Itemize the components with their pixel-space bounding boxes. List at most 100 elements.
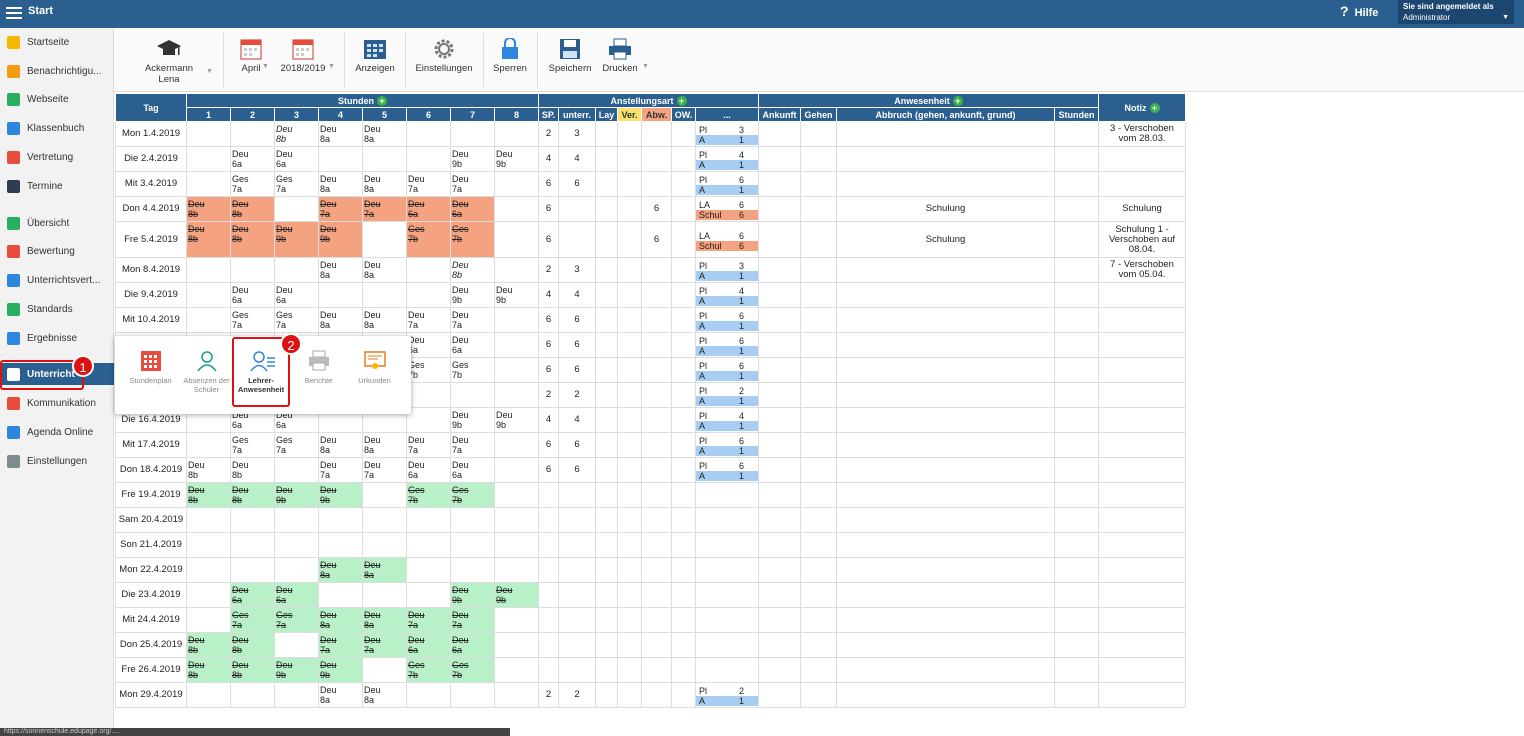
year-select[interactable]: 2018/2019 — [278, 34, 328, 74]
lesson-cell[interactable] — [494, 632, 539, 658]
lesson-cell[interactable] — [494, 257, 539, 283]
add-icon[interactable]: + — [377, 95, 387, 106]
lesson-cell[interactable] — [494, 357, 539, 383]
add-icon[interactable]: + — [952, 95, 963, 106]
lesson-cell[interactable] — [406, 557, 451, 583]
lesson-cell[interactable] — [494, 221, 539, 258]
lesson-cell[interactable] — [494, 657, 539, 683]
lesson-cell[interactable]: Deu 9b — [494, 146, 539, 172]
lesson-cell[interactable]: Deu 7a — [450, 607, 495, 633]
add-icon[interactable]: + — [1149, 102, 1160, 113]
lesson-cell[interactable] — [186, 146, 231, 172]
lesson-cell[interactable] — [406, 507, 451, 533]
lesson-cell[interactable] — [274, 532, 319, 558]
lesson-cell[interactable] — [494, 382, 539, 408]
lesson-cell[interactable] — [406, 407, 451, 433]
lesson-cell[interactable] — [494, 432, 539, 458]
lesson-cell[interactable]: Deu 7a — [318, 457, 363, 483]
lesson-cell[interactable]: Ges 7b — [450, 221, 495, 258]
lesson-cell[interactable]: Deu 6a — [450, 457, 495, 483]
lesson-cell[interactable] — [362, 582, 407, 608]
lesson-cell[interactable] — [406, 121, 451, 147]
lesson-cell[interactable] — [274, 632, 319, 658]
lesson-cell[interactable]: Deu 7a — [450, 432, 495, 458]
lesson-cell[interactable]: Deu8a — [318, 257, 363, 283]
lesson-cell[interactable] — [318, 532, 363, 558]
lesson-cell[interactable] — [450, 557, 495, 583]
user-menu[interactable]: Sie sind angemeldet als Administrator ▼ — [1398, 0, 1514, 24]
lesson-cell[interactable] — [406, 682, 451, 708]
lesson-cell[interactable]: Deu8a — [318, 307, 363, 333]
lesson-cell[interactable]: Ges 7b — [406, 657, 451, 683]
print-button[interactable]: Drucken — [600, 34, 640, 74]
lesson-cell[interactable] — [230, 121, 275, 147]
lesson-cell[interactable] — [186, 171, 231, 197]
lesson-cell[interactable] — [186, 121, 231, 147]
lesson-cell[interactable]: Ges 7b — [406, 482, 451, 508]
lesson-cell[interactable] — [494, 171, 539, 197]
lesson-cell[interactable] — [362, 657, 407, 683]
lesson-cell[interactable]: Deu8a — [362, 121, 407, 147]
lesson-cell[interactable] — [230, 557, 275, 583]
lesson-cell[interactable]: Deu 7a — [318, 196, 363, 222]
flyout-item-absenzen[interactable]: Absenzen der Schüler — [179, 350, 234, 394]
settings-button[interactable]: Einstellungen — [412, 34, 476, 74]
lesson-cell[interactable]: Deu 9b — [450, 582, 495, 608]
lesson-cell[interactable]: Deu 7a — [406, 607, 451, 633]
lesson-cell[interactable] — [494, 557, 539, 583]
lesson-cell[interactable] — [450, 121, 495, 147]
lesson-cell[interactable]: Deu8a — [362, 171, 407, 197]
lesson-cell[interactable]: Deu 9b — [450, 146, 495, 172]
lesson-cell[interactable] — [494, 482, 539, 508]
lesson-cell[interactable] — [274, 507, 319, 533]
lesson-cell[interactable] — [494, 121, 539, 147]
lesson-cell[interactable]: Deu 6a — [230, 582, 275, 608]
lesson-cell[interactable] — [230, 507, 275, 533]
help-button[interactable]: ? Hilfe — [1340, 3, 1378, 19]
lesson-cell[interactable]: Ges 7a — [274, 171, 319, 197]
lesson-cell[interactable] — [450, 382, 495, 408]
lesson-cell[interactable] — [274, 457, 319, 483]
teacher-select[interactable]: Ackermann Lena — [138, 34, 200, 85]
lesson-cell[interactable]: Deu8a — [362, 557, 407, 583]
lesson-cell[interactable]: Deu8a — [318, 171, 363, 197]
lesson-cell[interactable]: Deu 6a — [274, 146, 319, 172]
sidebar-item[interactable]: Benachrichtigu... — [0, 60, 114, 82]
sidebar-item[interactable]: Ergebnisse — [0, 327, 114, 349]
lesson-cell[interactable]: Deu 6a — [406, 196, 451, 222]
lesson-cell[interactable]: Deu8a — [318, 607, 363, 633]
lesson-cell[interactable] — [406, 532, 451, 558]
lesson-cell[interactable]: Deu8a — [318, 682, 363, 708]
lesson-cell[interactable]: Deu 8b — [274, 121, 319, 147]
lesson-cell[interactable] — [274, 196, 319, 222]
lesson-cell[interactable]: Deu 8b — [450, 257, 495, 283]
add-icon[interactable]: + — [676, 95, 687, 106]
lesson-cell[interactable]: Deu 6a — [406, 632, 451, 658]
lesson-cell[interactable] — [362, 221, 407, 258]
lesson-cell[interactable]: Deu 9b — [274, 221, 319, 258]
flyout-item-urkunden[interactable]: Urkunden — [347, 350, 402, 385]
lesson-cell[interactable]: Deu 6a — [450, 632, 495, 658]
lesson-cell[interactable] — [450, 507, 495, 533]
lesson-cell[interactable]: Deu 9b — [450, 282, 495, 308]
lesson-cell[interactable] — [406, 382, 451, 408]
lesson-cell[interactable]: Ges 7a — [230, 307, 275, 333]
lesson-cell[interactable] — [494, 682, 539, 708]
sidebar-item[interactable]: Einstellungen — [0, 450, 114, 472]
lesson-cell[interactable] — [406, 582, 451, 608]
sidebar-item[interactable]: Vertretung — [0, 146, 114, 168]
sidebar-item[interactable]: Unterrichtsvert... — [0, 269, 114, 291]
lesson-cell[interactable]: Deu 8b — [186, 196, 231, 222]
lesson-cell[interactable]: Deu 9b — [450, 407, 495, 433]
lesson-cell[interactable] — [494, 507, 539, 533]
lesson-cell[interactable] — [230, 532, 275, 558]
lesson-cell[interactable]: Deu 7a — [406, 171, 451, 197]
lesson-cell[interactable] — [318, 282, 363, 308]
lesson-cell[interactable] — [274, 557, 319, 583]
lesson-cell[interactable]: Deu8a — [318, 557, 363, 583]
lesson-cell[interactable]: Deu 7a — [362, 632, 407, 658]
lesson-cell[interactable]: Deu8a — [318, 432, 363, 458]
lesson-cell[interactable]: Deu8a — [362, 682, 407, 708]
lesson-cell[interactable] — [362, 507, 407, 533]
lesson-cell[interactable]: Ges 7b — [450, 357, 495, 383]
